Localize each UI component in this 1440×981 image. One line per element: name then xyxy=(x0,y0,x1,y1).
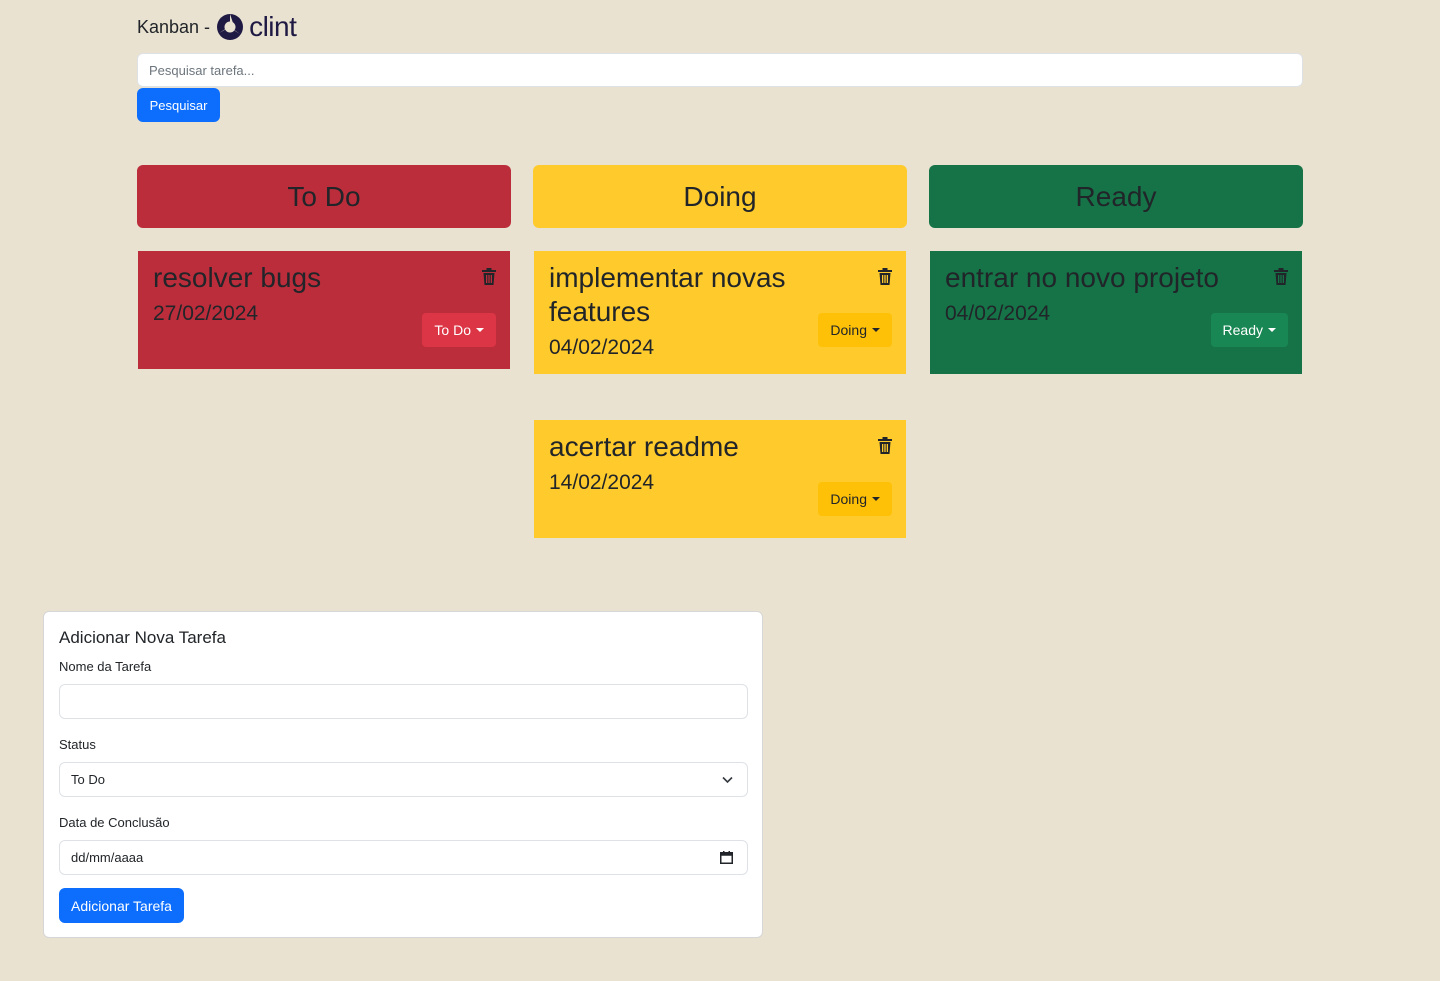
status-dropdown-button[interactable]: Doing xyxy=(818,313,892,347)
due-date-label: Data de Conclusão xyxy=(59,815,170,830)
status-label: Ready xyxy=(1222,322,1263,338)
task-title: implementar novas features xyxy=(549,262,786,327)
search-input[interactable] xyxy=(137,53,1303,87)
column-header-todo: To Do xyxy=(137,165,511,228)
status-dropdown-button[interactable]: Ready xyxy=(1210,313,1288,347)
clint-logo: clint xyxy=(216,11,297,42)
search-button[interactable]: Pesquisar xyxy=(137,88,220,122)
calendar-icon[interactable] xyxy=(720,851,733,864)
task-card: resolver bugs 27/02/2024 To Do xyxy=(138,251,510,369)
page-header: Kanban - clint xyxy=(137,11,297,42)
status-dropdown-button[interactable]: Doing xyxy=(818,482,892,516)
status-dropdown-button[interactable]: To Do xyxy=(422,313,496,347)
chevron-down-icon xyxy=(722,776,733,784)
column-title: Doing xyxy=(683,180,757,212)
status-select-value: To Do xyxy=(71,772,105,787)
status-select[interactable]: To Do xyxy=(59,762,748,797)
task-title: entrar no novo projeto xyxy=(945,262,1219,293)
column-header-ready: Ready xyxy=(929,165,1303,228)
caret-down-icon xyxy=(476,328,484,332)
caret-down-icon xyxy=(872,497,880,501)
due-date-placeholder: dd/mm/aaaa xyxy=(71,850,144,865)
clint-logo-icon xyxy=(217,14,244,40)
caret-down-icon xyxy=(872,328,880,332)
trash-icon[interactable] xyxy=(482,268,496,285)
column-title: To Do xyxy=(287,180,361,212)
caret-down-icon xyxy=(1268,328,1276,332)
add-task-form: Adicionar Nova Tarefa Nome da Tarefa Sta… xyxy=(43,611,763,938)
task-card: entrar no novo projeto 04/02/2024 Ready xyxy=(930,251,1302,374)
column-header-doing: Doing xyxy=(533,165,907,228)
task-name-label: Nome da Tarefa xyxy=(59,659,152,674)
kanban-label: Kanban - xyxy=(137,16,211,37)
logo-text: clint xyxy=(249,11,297,42)
task-title: resolver bugs xyxy=(153,262,322,293)
trash-icon[interactable] xyxy=(1274,268,1288,285)
task-name-input[interactable] xyxy=(59,684,748,719)
status-label: To Do xyxy=(434,322,471,338)
status-label: Doing xyxy=(830,491,867,507)
column-title: Ready xyxy=(1075,180,1157,212)
status-label: Status xyxy=(59,737,96,752)
trash-icon[interactable] xyxy=(878,437,892,454)
due-date-input[interactable]: dd/mm/aaaa xyxy=(59,840,748,875)
add-task-button[interactable]: Adicionar Tarefa xyxy=(59,888,184,923)
task-title: acertar readme xyxy=(549,431,739,462)
form-title: Adicionar Nova Tarefa xyxy=(59,628,226,647)
trash-icon[interactable] xyxy=(878,268,892,285)
task-card: acertar readme 14/02/2024 Doing xyxy=(534,420,906,538)
status-label: Doing xyxy=(830,322,867,338)
task-card: implementar novas features 04/02/2024 Do… xyxy=(534,251,906,374)
